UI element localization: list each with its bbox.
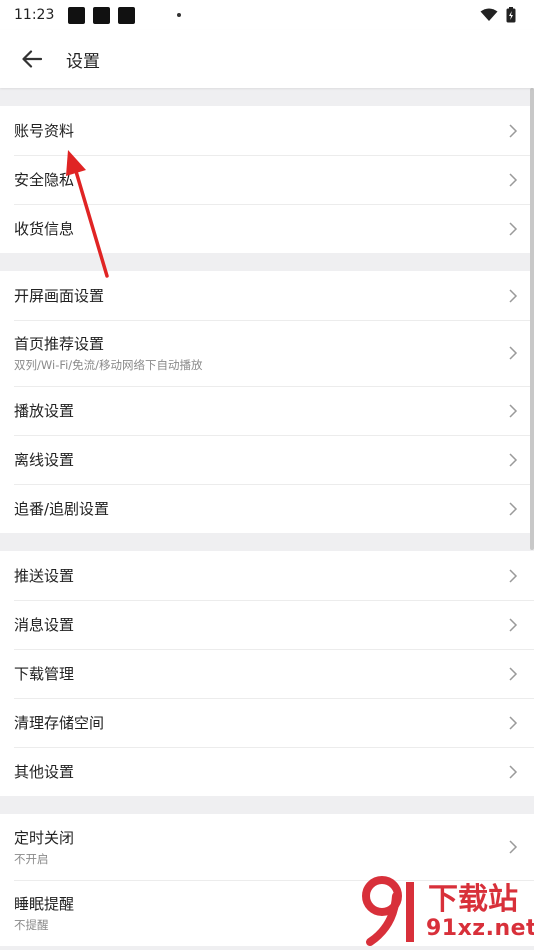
settings-group-general: 推送设置 消息设置 下载管理 清理存储空间 其他设置 <box>0 551 534 796</box>
watermark-logo: 下载站 91xz.net <box>360 872 534 948</box>
chevron-right-icon <box>509 568 518 583</box>
section-gap <box>0 796 534 814</box>
chevron-right-icon <box>509 666 518 681</box>
settings-item-label: 安全隐私 <box>14 171 75 189</box>
chevron-right-icon <box>509 764 518 779</box>
status-time: 11:23 <box>14 7 55 23</box>
settings-item-label: 消息设置 <box>14 616 75 634</box>
settings-item-label: 离线设置 <box>14 451 75 469</box>
settings-item-account-profile[interactable]: 账号资料 <box>0 106 534 155</box>
settings-item-label: 下载管理 <box>14 665 75 683</box>
settings-item-label: 收货信息 <box>14 220 75 238</box>
back-button[interactable] <box>16 43 48 75</box>
chevron-right-icon <box>509 452 518 467</box>
settings-item-home-recommendation[interactable]: 首页推荐设置 双列/Wi-Fi/免流/移动网络下自动播放 <box>0 320 534 386</box>
watermark-emblem-icon <box>362 876 414 946</box>
settings-item-label: 播放设置 <box>14 402 75 420</box>
settings-group-playback: 开屏画面设置 首页推荐设置 双列/Wi-Fi/免流/移动网络下自动播放 播放设置… <box>0 271 534 533</box>
status-bar: 11:23 <box>0 0 534 30</box>
settings-item-follow-series[interactable]: 追番/追剧设置 <box>0 484 534 533</box>
settings-item-label: 账号资料 <box>14 122 75 140</box>
settings-item-label: 定时关闭 <box>14 829 75 847</box>
chevron-right-icon <box>509 501 518 516</box>
chevron-right-icon <box>509 403 518 418</box>
settings-item-label: 推送设置 <box>14 567 75 585</box>
settings-group-account: 账号资料 安全隐私 收货信息 <box>0 106 534 253</box>
settings-item-shipping-info[interactable]: 收货信息 <box>0 204 534 253</box>
more-notifications-dot-icon <box>177 13 182 17</box>
settings-item-other[interactable]: 其他设置 <box>0 747 534 796</box>
settings-item-security-privacy[interactable]: 安全隐私 <box>0 155 534 204</box>
notification-icon <box>93 6 111 24</box>
chevron-right-icon <box>509 617 518 632</box>
settings-item-label: 开屏画面设置 <box>14 287 105 305</box>
watermark-domain: 91xz.net <box>426 916 534 941</box>
settings-item-clear-storage[interactable]: 清理存储空间 <box>0 698 534 747</box>
chevron-right-icon <box>509 715 518 730</box>
chevron-right-icon <box>509 221 518 236</box>
chevron-right-icon <box>509 346 518 360</box>
wifi-icon <box>480 8 498 21</box>
settings-item-push[interactable]: 推送设置 <box>0 551 534 600</box>
chevron-right-icon <box>509 288 518 303</box>
settings-item-label: 清理存储空间 <box>14 714 105 732</box>
settings-item-splash-screen[interactable]: 开屏画面设置 <box>0 271 534 320</box>
notification-icon <box>118 6 136 24</box>
watermark-brand: 下载站 <box>428 882 518 917</box>
settings-item-sleep-timer[interactable]: 定时关闭 不开启 <box>0 814 534 880</box>
notification-icon <box>68 6 86 24</box>
battery-icon <box>506 7 516 23</box>
section-gap <box>0 533 534 551</box>
settings-item-label: 首页推荐设置 <box>14 335 105 353</box>
settings-item-messages[interactable]: 消息设置 <box>0 600 534 649</box>
settings-item-subtitle: 双列/Wi-Fi/免流/移动网络下自动播放 <box>14 358 203 372</box>
settings-item-downloads[interactable]: 下载管理 <box>0 649 534 698</box>
page-title: 设置 <box>66 51 100 72</box>
settings-item-playback[interactable]: 播放设置 <box>0 386 534 435</box>
section-gap <box>0 88 534 106</box>
chevron-right-icon <box>509 172 518 187</box>
chevron-right-icon <box>509 123 518 138</box>
app-header: 设置 <box>0 30 534 88</box>
back-arrow-icon <box>22 50 42 68</box>
chevron-right-icon <box>509 840 518 854</box>
settings-item-label: 追番/追剧设置 <box>14 500 110 518</box>
settings-item-offline[interactable]: 离线设置 <box>0 435 534 484</box>
settings-item-label: 其他设置 <box>14 763 75 781</box>
settings-item-subtitle: 不开启 <box>14 852 49 866</box>
scrollbar[interactable] <box>530 88 534 550</box>
section-gap <box>0 253 534 271</box>
